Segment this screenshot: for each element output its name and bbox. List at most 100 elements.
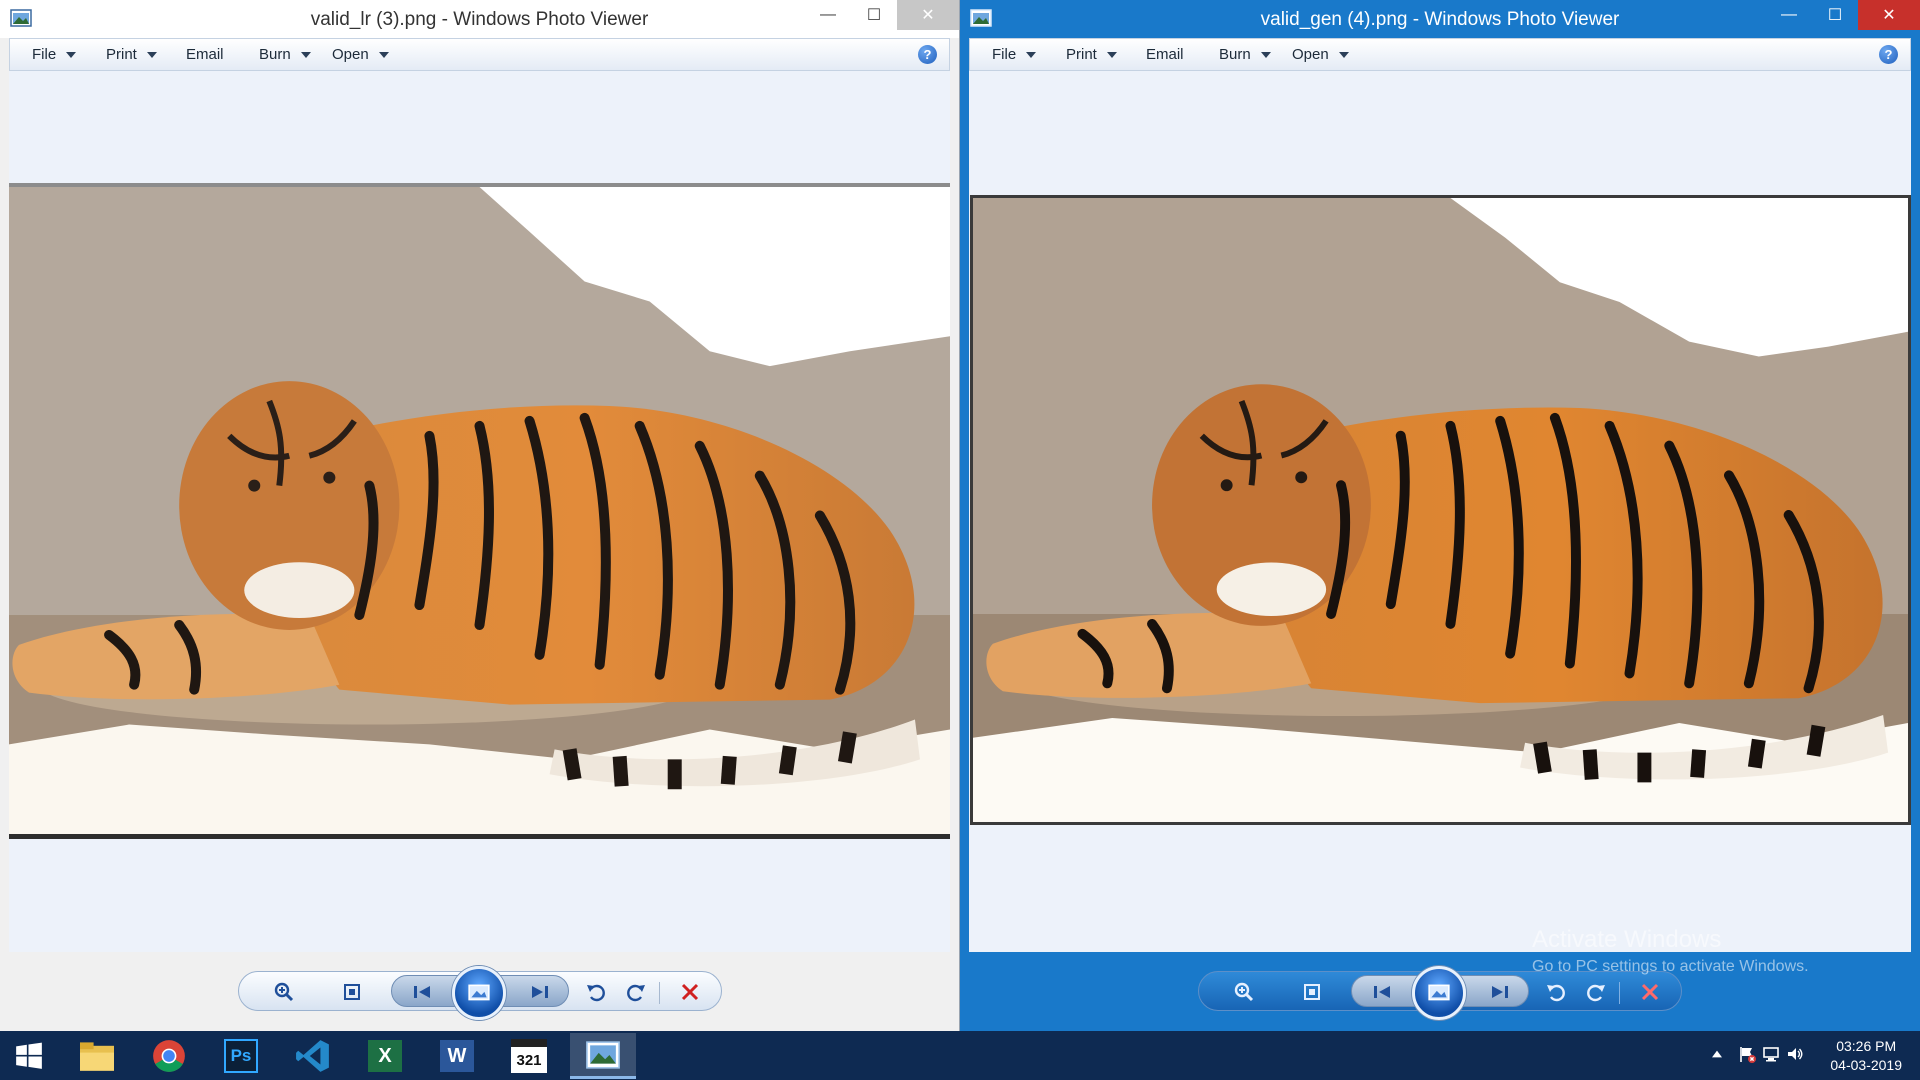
command-bar: File Print Email Burn Open ? [9, 38, 950, 71]
previous-icon [1374, 986, 1390, 998]
delete-button[interactable] [1639, 981, 1661, 1003]
actual-size-button[interactable] [1301, 981, 1323, 1003]
delete-icon [681, 983, 699, 1001]
email-label: Email [186, 46, 224, 63]
playback-controls [1198, 966, 1682, 1020]
taskbar-photo-viewer[interactable] [570, 1033, 636, 1079]
minimize-button[interactable]: — [805, 0, 851, 30]
file-menu-label: File [992, 46, 1017, 63]
excel-icon-label: X [378, 1044, 392, 1067]
playback-controls [238, 966, 722, 1020]
calendar-app-icon: 321 [511, 1039, 547, 1073]
actual-size-icon [344, 984, 360, 1000]
file-explorer-icon [80, 1042, 114, 1071]
chevron-down-icon [1106, 51, 1117, 58]
next-button[interactable] [1489, 981, 1511, 1003]
burn-menu-label: Burn [1219, 46, 1251, 63]
taskbar-chrome[interactable] [136, 1033, 202, 1079]
taskbar-vscode[interactable] [280, 1033, 346, 1079]
clock-time: 03:26 PM [1836, 1038, 1897, 1054]
actual-size-button[interactable] [341, 981, 363, 1003]
rotate-left-button[interactable] [585, 981, 607, 1003]
print-menu-label: Print [1066, 46, 1097, 63]
tiger-photo [9, 183, 950, 839]
chevron-up-icon [1712, 1050, 1722, 1058]
tiger-image [9, 187, 950, 834]
slideshow-button[interactable] [452, 966, 506, 1020]
help-icon[interactable]: ? [1879, 45, 1898, 64]
flag-alert-icon [1740, 1047, 1756, 1063]
show-hidden-icons-button[interactable] [1708, 1045, 1726, 1063]
email-button[interactable]: Email [186, 46, 224, 63]
tiger-photo [970, 195, 1911, 825]
delete-icon [1641, 983, 1659, 1001]
rotate-left-icon [587, 984, 605, 1002]
maximize-button[interactable]: ☐ [1812, 0, 1858, 30]
open-menu[interactable]: Open [332, 46, 389, 63]
slideshow-button[interactable] [1412, 966, 1466, 1020]
taskbar-calendar-app[interactable]: 321 [496, 1033, 562, 1079]
burn-menu[interactable]: Burn [1219, 46, 1271, 63]
taskbar-photoshop[interactable]: Ps [208, 1033, 274, 1079]
email-label: Email [1146, 46, 1184, 63]
separator [1619, 982, 1620, 1004]
maximize-button[interactable]: ☐ [851, 0, 897, 30]
close-button[interactable]: ✕ [897, 0, 959, 30]
chevron-down-icon [378, 51, 389, 58]
activation-watermark: Activate Windows Go to PC settings to ac… [1532, 926, 1809, 976]
chevron-down-icon [1260, 51, 1271, 58]
fit-to-window-icon [1304, 984, 1320, 1000]
rotate-right-button[interactable] [625, 981, 647, 1003]
help-icon[interactable]: ? [918, 45, 937, 64]
zoom-button[interactable] [1233, 981, 1255, 1003]
action-center-button[interactable] [1738, 1045, 1756, 1063]
start-button[interactable] [0, 1033, 58, 1079]
photo-viewer-window-left[interactable]: valid_lr (3).png - Windows Photo Viewer … [0, 0, 960, 1031]
chevron-down-icon [1026, 51, 1037, 58]
zoom-button[interactable] [273, 981, 295, 1003]
rotate-right-button[interactable] [1585, 981, 1607, 1003]
print-menu-label: Print [106, 46, 137, 63]
file-menu[interactable]: File [992, 46, 1037, 63]
previous-icon [414, 986, 430, 998]
file-menu-label: File [32, 46, 57, 63]
email-button[interactable]: Email [1146, 46, 1184, 63]
slideshow-icon [468, 984, 490, 1001]
clock-date: 04-03-2019 [1830, 1057, 1902, 1073]
zoom-icon [274, 982, 294, 1002]
clock[interactable]: 03:26 PM 04-03-2019 [1830, 1037, 1902, 1075]
network-button[interactable] [1762, 1045, 1780, 1063]
print-menu[interactable]: Print [1066, 46, 1117, 63]
photo-viewer-window-right[interactable]: valid_gen (4).png - Windows Photo Viewer… [960, 0, 1920, 1031]
previous-button[interactable] [411, 981, 433, 1003]
print-menu[interactable]: Print [106, 46, 157, 63]
title-bar[interactable]: valid_gen (4).png - Windows Photo Viewer… [960, 0, 1920, 38]
taskbar: Ps X W 321 03:26 PM 04-03-2019 [0, 1031, 1920, 1080]
chevron-down-icon [1338, 51, 1349, 58]
minimize-button[interactable]: — [1766, 0, 1812, 30]
volume-button[interactable] [1786, 1045, 1804, 1063]
excel-icon: X [368, 1040, 402, 1072]
burn-menu[interactable]: Burn [259, 46, 311, 63]
rotate-right-icon [627, 984, 645, 1002]
taskbar-file-explorer[interactable] [64, 1033, 130, 1079]
next-button[interactable] [529, 981, 551, 1003]
system-tray: 03:26 PM 04-03-2019 [1700, 1031, 1920, 1080]
close-button[interactable]: ✕ [1858, 0, 1920, 30]
chevron-down-icon [300, 51, 311, 58]
image-viewport[interactable] [969, 71, 1911, 952]
taskbar-excel[interactable]: X [352, 1033, 418, 1079]
command-bar: File Print Email Burn Open ? [969, 38, 1911, 71]
network-icon [1763, 1047, 1779, 1062]
file-menu[interactable]: File [32, 46, 77, 63]
vscode-icon [296, 1040, 329, 1072]
delete-button[interactable] [679, 981, 701, 1003]
open-menu[interactable]: Open [1292, 46, 1349, 63]
taskbar-word[interactable]: W [424, 1033, 490, 1079]
zoom-icon [1234, 982, 1254, 1002]
rotate-left-button[interactable] [1545, 981, 1567, 1003]
title-bar[interactable]: valid_lr (3).png - Windows Photo Viewer … [0, 0, 959, 38]
image-viewport[interactable] [9, 71, 950, 952]
photo-viewer-icon [586, 1040, 620, 1069]
previous-button[interactable] [1371, 981, 1393, 1003]
